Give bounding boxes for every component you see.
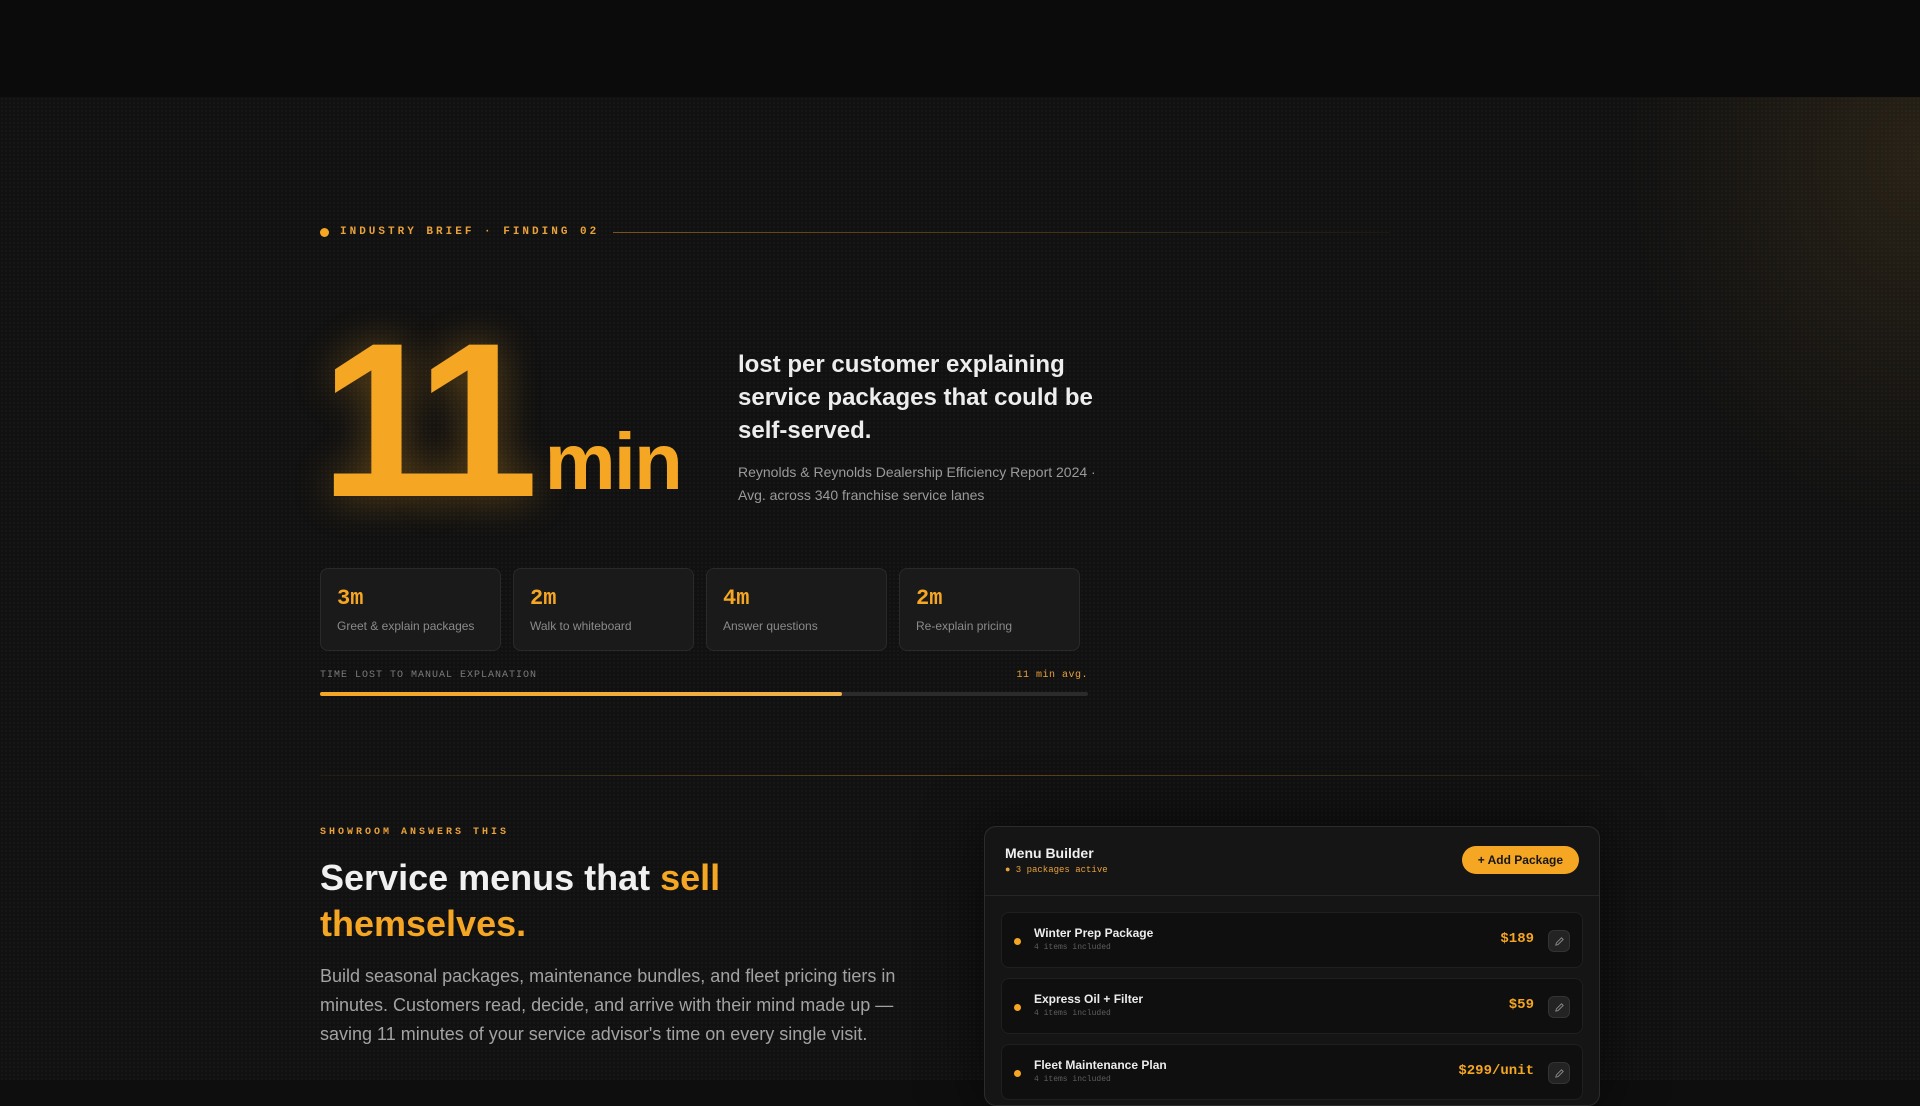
status-dot-icon xyxy=(1014,1070,1021,1077)
section-divider xyxy=(320,775,1600,776)
menu-builder-status: ● 3 packages active xyxy=(1005,865,1108,875)
progress-header: TIME LOST TO MANUAL EXPLANATION 11 min a… xyxy=(320,670,1088,681)
eyebrow-divider xyxy=(613,231,1390,233)
section-title: Service menus that sell themselves. xyxy=(320,855,880,947)
package-row[interactable]: Winter Prep Package 4 items included $18… xyxy=(1001,912,1583,968)
eyebrow-dot-icon xyxy=(320,227,329,237)
menu-builder-panel: Menu Builder ● 3 packages active + Add P… xyxy=(984,826,1600,1106)
progress-bar xyxy=(320,692,1088,696)
status-dot-icon xyxy=(1014,1004,1021,1011)
section-body: Build seasonal packages, maintenance bun… xyxy=(320,966,896,1044)
package-price: $59 xyxy=(1508,997,1534,1013)
stat-label: Greet & explain packages xyxy=(337,619,475,633)
hero-description: lost per customer explaining service pac… xyxy=(738,348,1108,507)
package-name: Express Oil + Filter xyxy=(1034,992,1144,1006)
package-name: Winter Prep Package xyxy=(1034,926,1154,940)
progress-fill xyxy=(320,692,843,696)
package-price: $189 xyxy=(1500,931,1534,947)
stat-label: Walk to whiteboard xyxy=(530,619,632,633)
package-list: Winter Prep Package 4 items included $18… xyxy=(985,896,1599,1100)
hero-number: 11 xyxy=(320,297,539,543)
edit-pencil-icon[interactable] xyxy=(1548,1062,1570,1084)
eyebrow-text: INDUSTRY BRIEF · FINDING 02 xyxy=(340,226,600,238)
hero-unit: min xyxy=(544,417,683,506)
stat-card: 4m Answer questions xyxy=(706,568,887,651)
package-row[interactable]: Fleet Maintenance Plan 4 items included … xyxy=(1001,1044,1583,1100)
stat-card: 2m Walk to whiteboard xyxy=(513,568,694,651)
stat-card: 2m Re-explain pricing xyxy=(899,568,1080,651)
menu-builder-title: Menu Builder xyxy=(1005,845,1094,861)
package-price: $299/unit xyxy=(1458,1063,1534,1079)
package-items: 4 items included xyxy=(1034,943,1111,952)
edit-pencil-icon[interactable] xyxy=(1548,996,1570,1018)
stat-card: 3m Greet & explain packages xyxy=(320,568,501,651)
progress-value: 11 min avg. xyxy=(1016,670,1088,681)
hero-source: Reynolds & Reynolds Dealership Efficienc… xyxy=(738,464,1096,503)
stat-label: Answer questions xyxy=(723,619,818,633)
stat-value: 2m xyxy=(530,586,557,611)
stat-value: 2m xyxy=(916,586,943,611)
stat-value: 3m xyxy=(337,586,364,611)
section-title-prefix: Service menus that xyxy=(320,857,661,898)
top-bar xyxy=(0,0,1920,97)
stat-cards: 3m Greet & explain packages 2m Walk to w… xyxy=(320,568,1080,651)
hero-stat: 11 min xyxy=(320,297,683,543)
stat-label: Re-explain pricing xyxy=(916,619,1013,633)
status-dot-icon xyxy=(1014,938,1021,945)
stat-value: 4m xyxy=(723,586,750,611)
add-package-button[interactable]: + Add Package xyxy=(1461,846,1579,874)
progress-label: TIME LOST TO MANUAL EXPLANATION xyxy=(320,670,538,681)
hero-headline: lost per customer explaining service pac… xyxy=(738,351,1093,444)
menu-builder-header: Menu Builder ● 3 packages active + Add P… xyxy=(985,827,1599,896)
package-items: 4 items included xyxy=(1034,1009,1111,1018)
brief-eyebrow: INDUSTRY BRIEF · FINDING 02 xyxy=(320,225,1390,239)
edit-pencil-icon[interactable] xyxy=(1548,930,1570,952)
package-name: Fleet Maintenance Plan xyxy=(1034,1058,1167,1072)
section-eyebrow: SHOWROOM ANSWERS THIS xyxy=(320,827,510,838)
package-row[interactable]: Express Oil + Filter 4 items included $5… xyxy=(1001,978,1583,1034)
